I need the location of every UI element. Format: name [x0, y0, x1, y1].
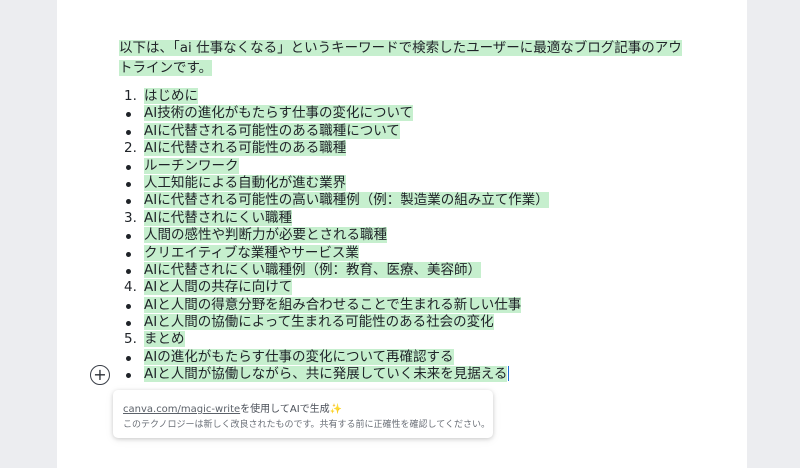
list-item-text: 人工知能による自動化が進む業界 [144, 174, 347, 191]
list-item-text: AIと人間の協働によって生まれる可能性のある社会の変化 [144, 314, 494, 331]
intro-paragraph[interactable]: 以下は、「ai 仕事なくなる」というキーワードで検索したユーザーに最適なブログ記… [119, 38, 689, 78]
popup-accuracy-note: このテクノロジーは新しく改良されたものです。共有する前に正確性を確認してください… [123, 420, 491, 430]
numbered-list-item[interactable]: 1. はじめに [119, 88, 689, 105]
list-item-text: AIに代替されにくい職種例（例：教育、医療、美容師） [144, 261, 481, 278]
bullet-list-item[interactable]: ルーチンワーク [119, 157, 689, 175]
list-item-text: AIに代替される可能性のある職種 [144, 140, 347, 157]
list-item-text: AIに代替されにくい職種 [144, 209, 292, 226]
bullet-icon [126, 199, 131, 205]
list-item-text: AIと人間の共存に向けて [144, 279, 293, 296]
plus-icon: + [93, 365, 107, 384]
bullet-icon [126, 234, 131, 240]
add-element-button[interactable]: + [90, 365, 110, 385]
list-item-text: はじめに [144, 88, 198, 104]
bullet-list-item[interactable]: AIに代替されにくい職種例（例：教育、医療、美容師） [119, 261, 689, 279]
numbered-list-item[interactable]: 5. まとめ [119, 331, 689, 348]
sparkle-icon: ✨ [329, 404, 343, 415]
list-item-text: クリエイティブな業種やサービス業 [144, 244, 359, 261]
bullet-icon [126, 268, 131, 274]
bullet-list-item[interactable]: AIと人間が協働しながら、共に発展していく未来を見据える [119, 366, 689, 383]
bullet-list-item[interactable]: 人間の感性や判断力が必要とされる職種 [119, 227, 689, 244]
numbered-list-item[interactable]: 3. AIに代替されにくい職種 [119, 209, 689, 227]
list-item-text: まとめ [144, 331, 185, 348]
list-number: 3. [124, 209, 137, 226]
bullet-list-item[interactable]: AI技術の進化がもたらす仕事の変化について [119, 105, 689, 122]
popup-suffix: を使用してAIで生成 [240, 404, 330, 415]
numbered-list-item[interactable]: 4. AIと人間の共存に向けて [119, 279, 689, 296]
bullet-list-item[interactable]: AIに代替される可能性の高い職種例（例：製造業の組み立て作業） [119, 192, 689, 209]
bullet-icon [126, 164, 131, 170]
bullet-list-item[interactable]: 人工知能による自動化が進む業界 [119, 174, 689, 192]
magic-write-link[interactable]: canva.com/magic-write [123, 404, 240, 415]
bullet-icon [126, 112, 131, 118]
list-number: 2. [124, 140, 137, 157]
bullet-list-item[interactable]: AIと人間の得意分野を組み合わせることで生まれる新しい仕事 [119, 296, 689, 314]
bullet-list-item[interactable]: クリエイティブな業種やサービス業 [119, 244, 689, 262]
list-item-text: AI技術の進化がもたらす仕事の変化について [144, 105, 414, 122]
list-item-text: AIの進化がもたらす仕事の変化について再確認する [144, 348, 454, 365]
popup-source-line: canva.com/magic-writeを使用してAIで生成✨ [123, 400, 342, 415]
list-item-text: ルーチンワーク [144, 157, 239, 174]
bullet-icon [126, 373, 131, 379]
bullet-list-item[interactable]: AIに代替される可能性のある職種について [119, 122, 689, 140]
list-number: 4. [124, 279, 137, 296]
list-item-text: AIと人間が協働しながら、共に発展していく未来を見据える [144, 366, 508, 383]
bullet-icon [126, 303, 131, 309]
bullet-icon [126, 129, 131, 135]
bullet-icon [126, 251, 131, 257]
magic-write-popup: canva.com/magic-writeを使用してAIで生成✨ このテクノロジ… [113, 390, 493, 438]
bullet-icon [126, 321, 131, 327]
document-content[interactable]: 以下は、「ai 仕事なくなる」というキーワードで検索したユーザーに最適なブログ記… [119, 38, 689, 384]
bullet-list-item[interactable]: AIの進化がもたらす仕事の変化について再確認する [119, 348, 689, 366]
list-item-text: 人間の感性や判断力が必要とされる職種 [144, 227, 387, 244]
list-item-text: AIと人間の得意分野を組み合わせることで生まれる新しい仕事 [144, 296, 522, 313]
list-item-text: AIに代替される可能性のある職種について [144, 122, 400, 139]
bullet-icon [126, 355, 131, 361]
list-number: 1. [124, 88, 137, 104]
intro-text: 以下は、「ai 仕事なくなる」というキーワードで検索したユーザーに最適なブログ記… [119, 40, 682, 76]
list-item-text: AIに代替される可能性の高い職種例（例：製造業の組み立て作業） [144, 192, 549, 209]
bullet-list-item[interactable]: AIと人間の協働によって生まれる可能性のある社会の変化 [119, 314, 689, 331]
bullet-icon [126, 181, 131, 187]
numbered-list-item[interactable]: 2. AIに代替される可能性のある職種 [119, 140, 689, 157]
outline-list: 1. はじめに AI技術の進化がもたらす仕事の変化について AIに代替される可能性のあ… [119, 88, 689, 384]
text-cursor [508, 366, 510, 382]
list-number: 5. [124, 331, 137, 348]
